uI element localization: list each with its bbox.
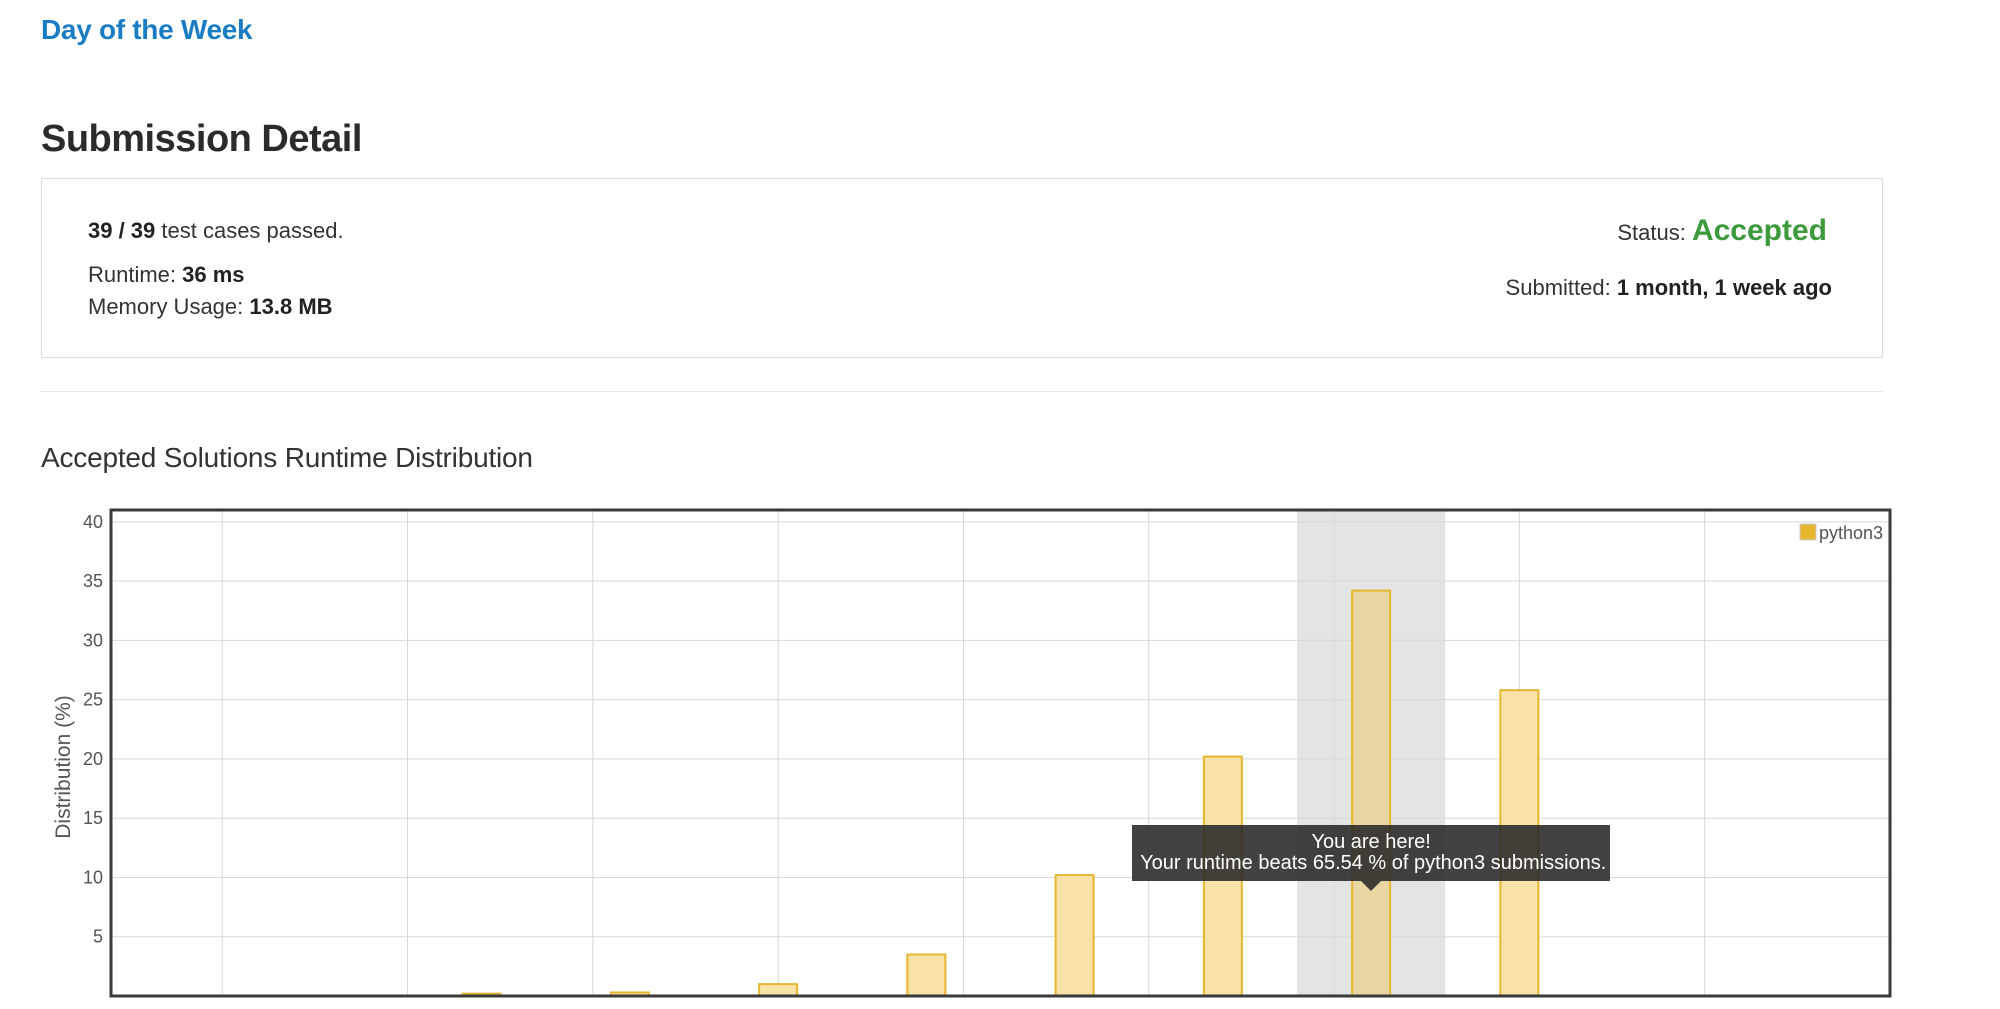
page-title: Submission Detail (41, 118, 362, 160)
memory-value: 13.8 MB (249, 294, 333, 319)
plot-background (111, 510, 1890, 996)
memory-label: Memory Usage: (88, 294, 250, 319)
y-tick-label: 15 (83, 808, 103, 828)
memory-line: Memory Usage: 13.8 MB (88, 291, 344, 323)
submission-detail-panel: 39 / 39 test cases passed. Runtime: 36 m… (41, 178, 1883, 358)
y-axis-label: Distribution (%) (52, 695, 75, 839)
submitted-label: Submitted: (1505, 275, 1617, 300)
detail-stats: 39 / 39 test cases passed. Runtime: 36 m… (88, 215, 344, 323)
status-badge[interactable]: Accepted (1692, 214, 1827, 247)
runtime-line: Runtime: 36 ms (88, 259, 344, 291)
section-divider (41, 391, 1883, 392)
chart-title: Accepted Solutions Runtime Distribution (41, 442, 533, 473)
tests-passed-suffix: test cases passed. (155, 218, 344, 243)
tooltip-line-2: Your runtime beats 65.54 % of python3 su… (1140, 852, 1607, 874)
y-tick-label: 30 (83, 630, 103, 650)
runtime-label: Runtime: (88, 262, 183, 287)
y-tick-label: 20 (83, 749, 103, 769)
y-tick-label: 40 (83, 512, 103, 532)
bar-36 (1351, 589, 1392, 997)
runtime-value: 36 ms (182, 262, 245, 287)
y-tick-label: 10 (83, 867, 103, 887)
runtime-distribution-chart: 5101520253035404550510152025303540Distri… (52, 508, 1900, 1009)
test-cases-line: 39 / 39 test cases passed. (88, 215, 344, 247)
bar-20 (758, 983, 799, 997)
tests-passed-count: 39 / 39 (88, 218, 156, 243)
y-tick-label: 35 (83, 571, 103, 591)
status-line: Status: Accepted (1506, 211, 1827, 253)
submitted-line: Submitted: 1 month, 1 week ago (1506, 273, 1832, 303)
runtime-tooltip: You are here! Your runtime beats 65.54 %… (1132, 825, 1611, 891)
submission-page: Day of the Week Submission Detail 39 / 3… (0, 0, 2000, 1009)
tooltip-line-1: You are here! (1311, 831, 1431, 853)
detail-status: Status: Accepted Submitted: 1 month, 1 w… (1506, 211, 1832, 303)
legend-swatch (1799, 523, 1817, 541)
bar-24 (906, 953, 947, 998)
y-tick-label: 5 (93, 927, 103, 947)
legend-label: python3 (1819, 523, 1883, 543)
problem-title-link[interactable]: Day of the Week (41, 14, 253, 46)
y-tick-label: 25 (83, 690, 103, 710)
submitted-value: 1 month, 1 week ago (1616, 275, 1832, 300)
status-label: Status: (1617, 220, 1692, 245)
bar-28 (1054, 874, 1095, 997)
